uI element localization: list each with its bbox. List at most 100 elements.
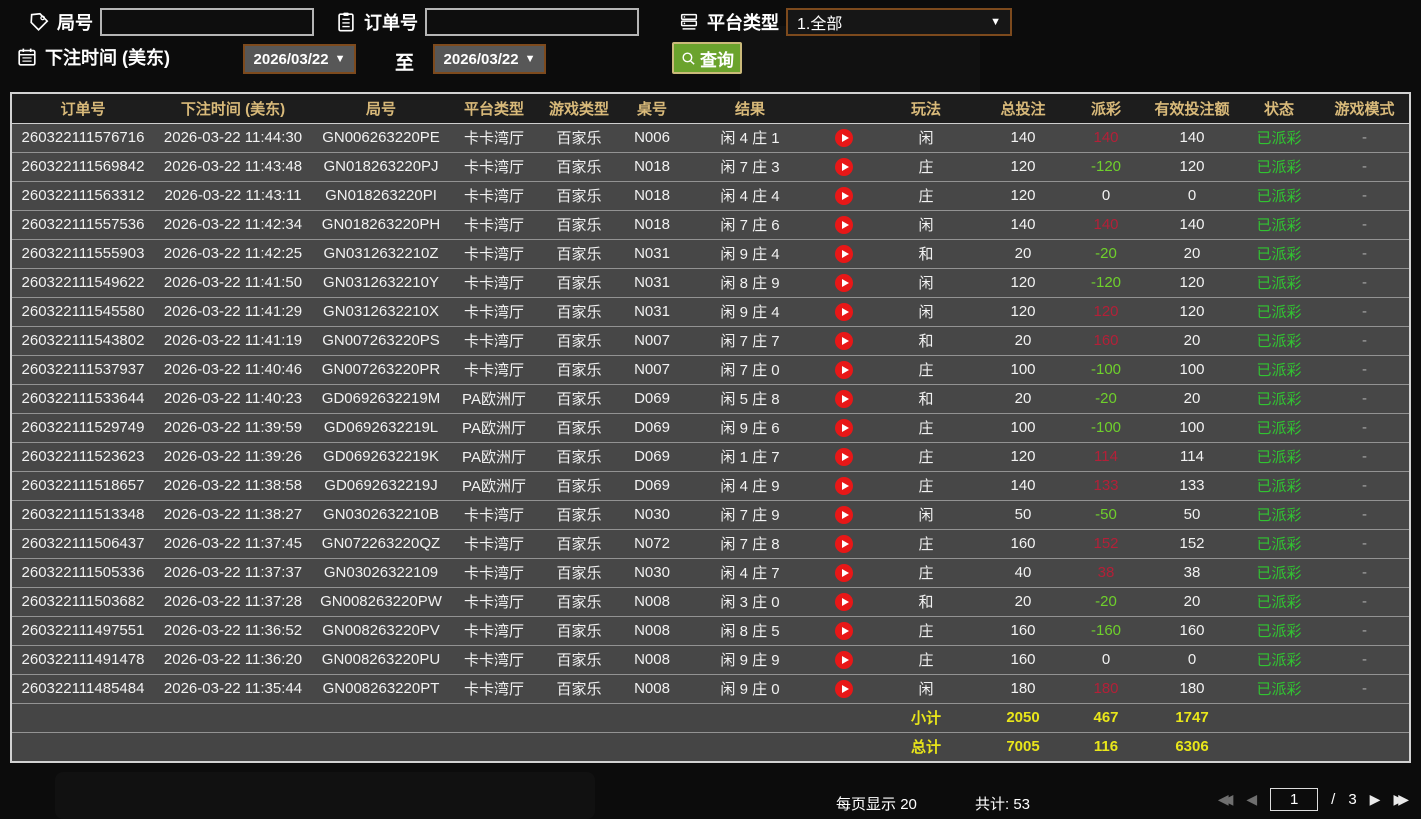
- list-icon: [678, 11, 700, 33]
- play-video-icon[interactable]: [835, 215, 853, 234]
- table-header-row: 订单号 下注时间 (美东) 局号 平台类型 游戏类型 桌号 结果 玩法 总投注 派彩 有效投注额 状态…: [12, 94, 1409, 124]
- subtotal-row-empty-cell: [620, 703, 684, 733]
- last-page-button[interactable]: ▶▶: [1393, 791, 1409, 808]
- play-video-icon[interactable]: [835, 360, 853, 379]
- cell-game_type: 百家乐: [538, 239, 620, 269]
- cell-total_bet: 120: [980, 268, 1066, 298]
- play-video-icon[interactable]: [835, 331, 853, 350]
- query-button[interactable]: 查询: [672, 42, 742, 74]
- cell-payout: 140: [1066, 123, 1146, 153]
- date-to-value: 2026/03/22: [443, 50, 519, 68]
- play-video-icon[interactable]: [835, 650, 853, 669]
- play-video-icon[interactable]: [835, 273, 853, 292]
- per-page-value: 20: [900, 796, 917, 813]
- cell-valid_bet: 140: [1146, 123, 1238, 153]
- play-video-icon[interactable]: [835, 447, 853, 466]
- total-row-empty-cell: [12, 732, 154, 761]
- cell-payout: 152: [1066, 529, 1146, 559]
- date-from-select[interactable]: 2026/03/22 ▼: [243, 44, 356, 74]
- next-page-button[interactable]: ▶: [1370, 791, 1381, 808]
- play-video-icon[interactable]: [835, 389, 853, 408]
- cell-play: [816, 645, 872, 675]
- cell-status: 已派彩: [1238, 500, 1320, 530]
- play-video-icon[interactable]: [835, 244, 853, 263]
- cell-play: [816, 674, 872, 704]
- cell-game_type: 百家乐: [538, 326, 620, 356]
- cell-result: 闲 9 庄 6: [684, 413, 816, 443]
- cell-payout: -20: [1066, 587, 1146, 617]
- cell-round_no: GD0692632219L: [312, 413, 450, 443]
- cell-valid_bet: 160: [1146, 616, 1238, 646]
- play-video-icon[interactable]: [835, 418, 853, 437]
- cell-payout: 140: [1066, 210, 1146, 240]
- cell-round_no: GN008263220PU: [312, 645, 450, 675]
- play-video-icon[interactable]: [835, 563, 853, 582]
- cell-table_no: N018: [620, 210, 684, 240]
- cell-result: 闲 4 庄 9: [684, 471, 816, 501]
- cell-bet_time: 2026-03-22 11:41:50: [154, 268, 312, 298]
- cell-result: 闲 7 庄 0: [684, 355, 816, 385]
- cell-bet_time: 2026-03-22 11:38:27: [154, 500, 312, 530]
- cell-result: 闲 7 庄 8: [684, 529, 816, 559]
- date-to-select[interactable]: 2026/03/22 ▼: [433, 44, 546, 74]
- play-video-icon[interactable]: [835, 505, 853, 524]
- cell-valid_bet: 114: [1146, 442, 1238, 472]
- play-video-icon[interactable]: [835, 157, 853, 176]
- cell-game_mode: -: [1320, 500, 1409, 530]
- play-video-icon[interactable]: [835, 186, 853, 205]
- total-row-empty-cell: [684, 732, 816, 761]
- round-number-field-group: 局号: [28, 8, 314, 36]
- cell-game_type: 百家乐: [538, 152, 620, 182]
- table-row: 260322111529749 2026-03-22 11:39:59 GD0692…: [12, 413, 1409, 443]
- cell-bet_time: 2026-03-22 11:37:37: [154, 558, 312, 588]
- column-header-result: 结果: [684, 94, 816, 124]
- previous-page-button[interactable]: ◀: [1246, 791, 1257, 808]
- platform-type-select[interactable]: 1.全部 ▼: [786, 8, 1012, 36]
- play-video-icon[interactable]: [835, 592, 853, 611]
- round-number-input[interactable]: [100, 8, 314, 36]
- column-header-payout: 派彩: [1066, 94, 1146, 124]
- order-number-input[interactable]: [425, 8, 639, 36]
- page-number-input[interactable]: [1270, 788, 1319, 811]
- column-header-bet_time: 下注时间 (美东): [154, 94, 312, 124]
- cell-platform: 卡卡湾厅: [450, 181, 538, 211]
- cell-round_no: GN007263220PS: [312, 326, 450, 356]
- cell-payout: 0: [1066, 645, 1146, 675]
- cell-total_bet: 180: [980, 674, 1066, 704]
- cell-platform: 卡卡湾厅: [450, 558, 538, 588]
- cell-result: 闲 4 庄 4: [684, 181, 816, 211]
- cell-round_no: GD0692632219J: [312, 471, 450, 501]
- cell-payout: -120: [1066, 268, 1146, 298]
- play-video-icon[interactable]: [835, 534, 853, 553]
- cell-valid_bet: 140: [1146, 210, 1238, 240]
- cell-game_type: 百家乐: [538, 297, 620, 327]
- cell-status: 已派彩: [1238, 297, 1320, 327]
- cell-play_type: 庄: [872, 413, 980, 443]
- cell-table_no: D069: [620, 471, 684, 501]
- play-video-icon[interactable]: [835, 302, 853, 321]
- play-video-icon[interactable]: [835, 476, 853, 495]
- first-page-button[interactable]: ◀◀: [1218, 791, 1234, 808]
- table-row: 260322111518657 2026-03-22 11:38:58 GD0692…: [12, 471, 1409, 501]
- play-video-icon[interactable]: [835, 128, 853, 147]
- cell-valid_bet: 0: [1146, 181, 1238, 211]
- date-range-to-label: 至: [395, 53, 415, 74]
- cell-order_no: 260322111533644: [12, 384, 154, 414]
- cell-play_type: 和: [872, 587, 980, 617]
- cell-valid_bet: 100: [1146, 355, 1238, 385]
- cell-game_mode: -: [1320, 587, 1409, 617]
- play-video-icon[interactable]: [835, 621, 853, 640]
- cell-game_mode: -: [1320, 616, 1409, 646]
- play-video-icon[interactable]: [835, 679, 853, 698]
- cell-order_no: 260322111523623: [12, 442, 154, 472]
- cell-play: [816, 500, 872, 530]
- cell-total_bet: 20: [980, 384, 1066, 414]
- cell-total_bet: 20: [980, 326, 1066, 356]
- cell-valid_bet: 120: [1146, 268, 1238, 298]
- cell-play_type: 庄: [872, 529, 980, 559]
- cell-bet_time: 2026-03-22 11:42:25: [154, 239, 312, 269]
- cell-platform: 卡卡湾厅: [450, 123, 538, 153]
- cell-result: 闲 7 庄 9: [684, 500, 816, 530]
- tag-icon: [28, 11, 50, 33]
- column-header-game_mode: 游戏模式: [1320, 94, 1409, 124]
